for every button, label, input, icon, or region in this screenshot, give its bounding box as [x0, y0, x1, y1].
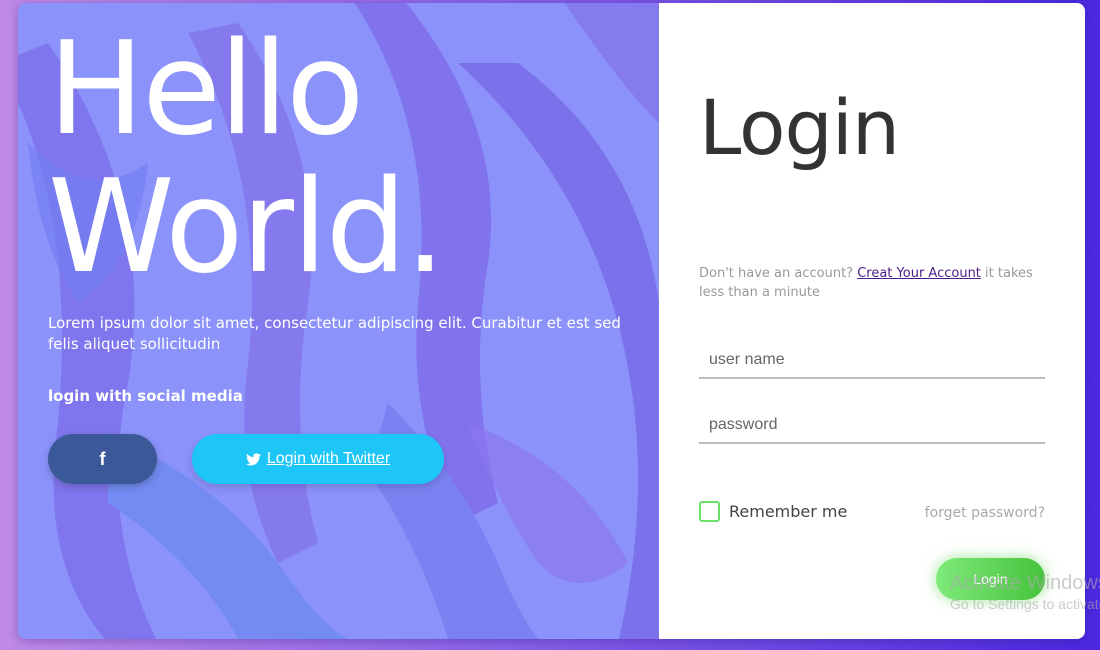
password-input[interactable] — [699, 408, 1045, 444]
twitter-login-label: Login with Twitter — [266, 450, 391, 467]
login-card: Hello World. Lorem ipsum dolor sit amet,… — [18, 3, 1085, 639]
remember-me-option[interactable]: Remember me — [699, 501, 847, 522]
signup-prompt: Don't have an account? Creat Your Accoun… — [699, 264, 1044, 302]
facebook-icon: f — [99, 448, 106, 469]
twitter-login-button[interactable]: Login with Twitter — [192, 434, 444, 484]
forget-password-link[interactable]: forget password? — [925, 505, 1045, 521]
social-login-title: login with social media — [48, 387, 243, 405]
hero-heading-line1: Hello — [48, 15, 364, 164]
hero-description: Lorem ipsum dolor sit amet, consectetur … — [48, 314, 621, 353]
watermark-line1: Activate Windows — [950, 572, 1100, 594]
hero-heading: Hello World. — [48, 15, 445, 302]
hero-heading-line2: World. — [48, 153, 445, 302]
watermark-line2: Go to Settings to activate Windows. — [950, 596, 1100, 612]
username-input[interactable] — [699, 343, 1045, 379]
login-panel: Login Don't have an account? Creat Your … — [659, 3, 1085, 639]
hero-panel: Hello World. Lorem ipsum dolor sit amet,… — [18, 3, 659, 639]
create-account-link[interactable]: Creat Your Account — [857, 266, 981, 281]
signup-prefix: Don't have an account? — [699, 266, 858, 281]
remember-me-checkbox[interactable] — [699, 501, 720, 522]
facebook-login-button[interactable]: f — [48, 434, 157, 484]
remember-me-label: Remember me — [729, 502, 848, 521]
login-title: Login — [699, 83, 900, 172]
twitter-icon — [245, 452, 261, 465]
windows-activation-watermark: Activate Windows Go to Settings to activ… — [950, 571, 1100, 613]
